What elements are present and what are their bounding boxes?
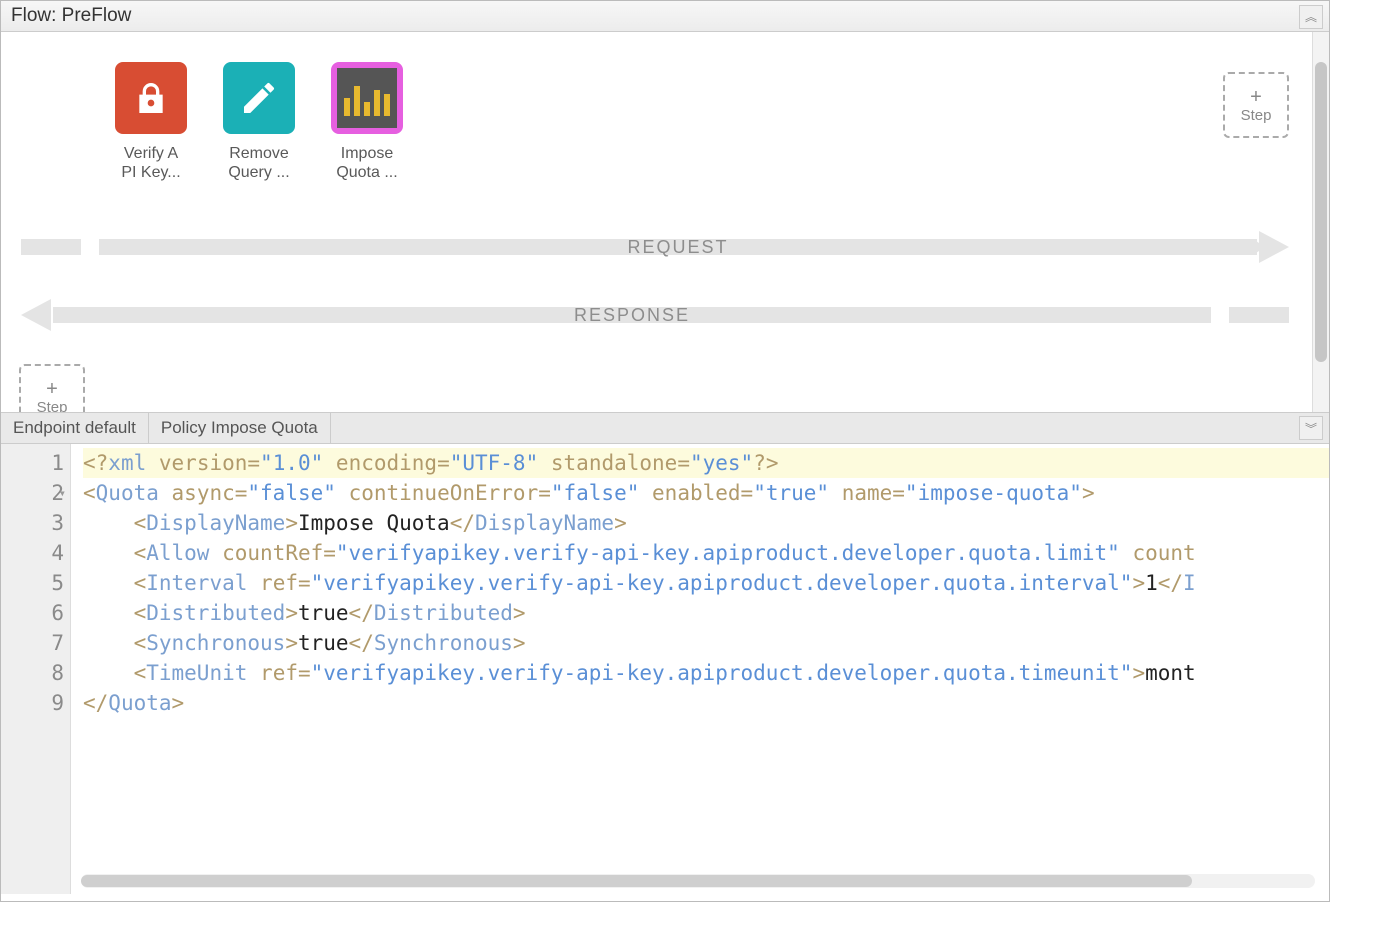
code-area[interactable]: <?xml version="1.0" encoding="UTF-8" sta…	[71, 444, 1329, 894]
chevron-double-down-icon: ︾	[1305, 420, 1317, 437]
add-step-request-button[interactable]: + Step	[1223, 72, 1289, 138]
policy-verify-api-key[interactable]: Verify A PI Key...	[111, 62, 191, 182]
editor-tabs: Endpoint default Policy Impose Quota ︾	[1, 413, 1329, 444]
response-label: RESPONSE	[53, 305, 1211, 326]
vertical-scrollbar[interactable]	[1312, 32, 1329, 412]
policy-label: Impose Quota ...	[327, 144, 407, 182]
policy-label: Verify A PI Key...	[111, 144, 191, 182]
lock-icon	[115, 62, 187, 134]
tab-endpoint[interactable]: Endpoint default	[1, 413, 149, 443]
quota-icon	[331, 62, 403, 134]
chevron-double-up-icon: ︽	[1305, 2, 1317, 32]
flow-canvas: Verify A PI Key... Remove Query ...	[1, 32, 1329, 413]
response-flow-arrow: RESPONSE	[21, 300, 1289, 330]
flow-title: Flow: PreFlow	[11, 5, 131, 26]
plus-icon: +	[46, 379, 58, 399]
horizontal-scrollbar[interactable]	[81, 874, 1315, 888]
code-editor[interactable]: 12▾3456789 <?xml version="1.0" encoding=…	[1, 444, 1329, 894]
tab-policy[interactable]: Policy Impose Quota	[149, 413, 331, 443]
request-label: REQUEST	[99, 237, 1257, 258]
pencil-icon	[223, 62, 295, 134]
flow-header: Flow: PreFlow ︽	[1, 1, 1329, 32]
collapse-flow-button[interactable]: ︽	[1299, 5, 1323, 29]
request-flow-arrow: REQUEST	[21, 232, 1289, 262]
add-step-response-button[interactable]: + Step	[19, 364, 85, 413]
policy-impose-quota[interactable]: Impose Quota ...	[327, 62, 407, 182]
plus-icon: +	[1250, 87, 1262, 107]
policy-label: Remove Query ...	[219, 144, 299, 182]
line-gutter: 12▾3456789	[1, 444, 71, 894]
policy-remove-query[interactable]: Remove Query ...	[219, 62, 299, 182]
expand-editor-button[interactable]: ︾	[1299, 416, 1323, 440]
